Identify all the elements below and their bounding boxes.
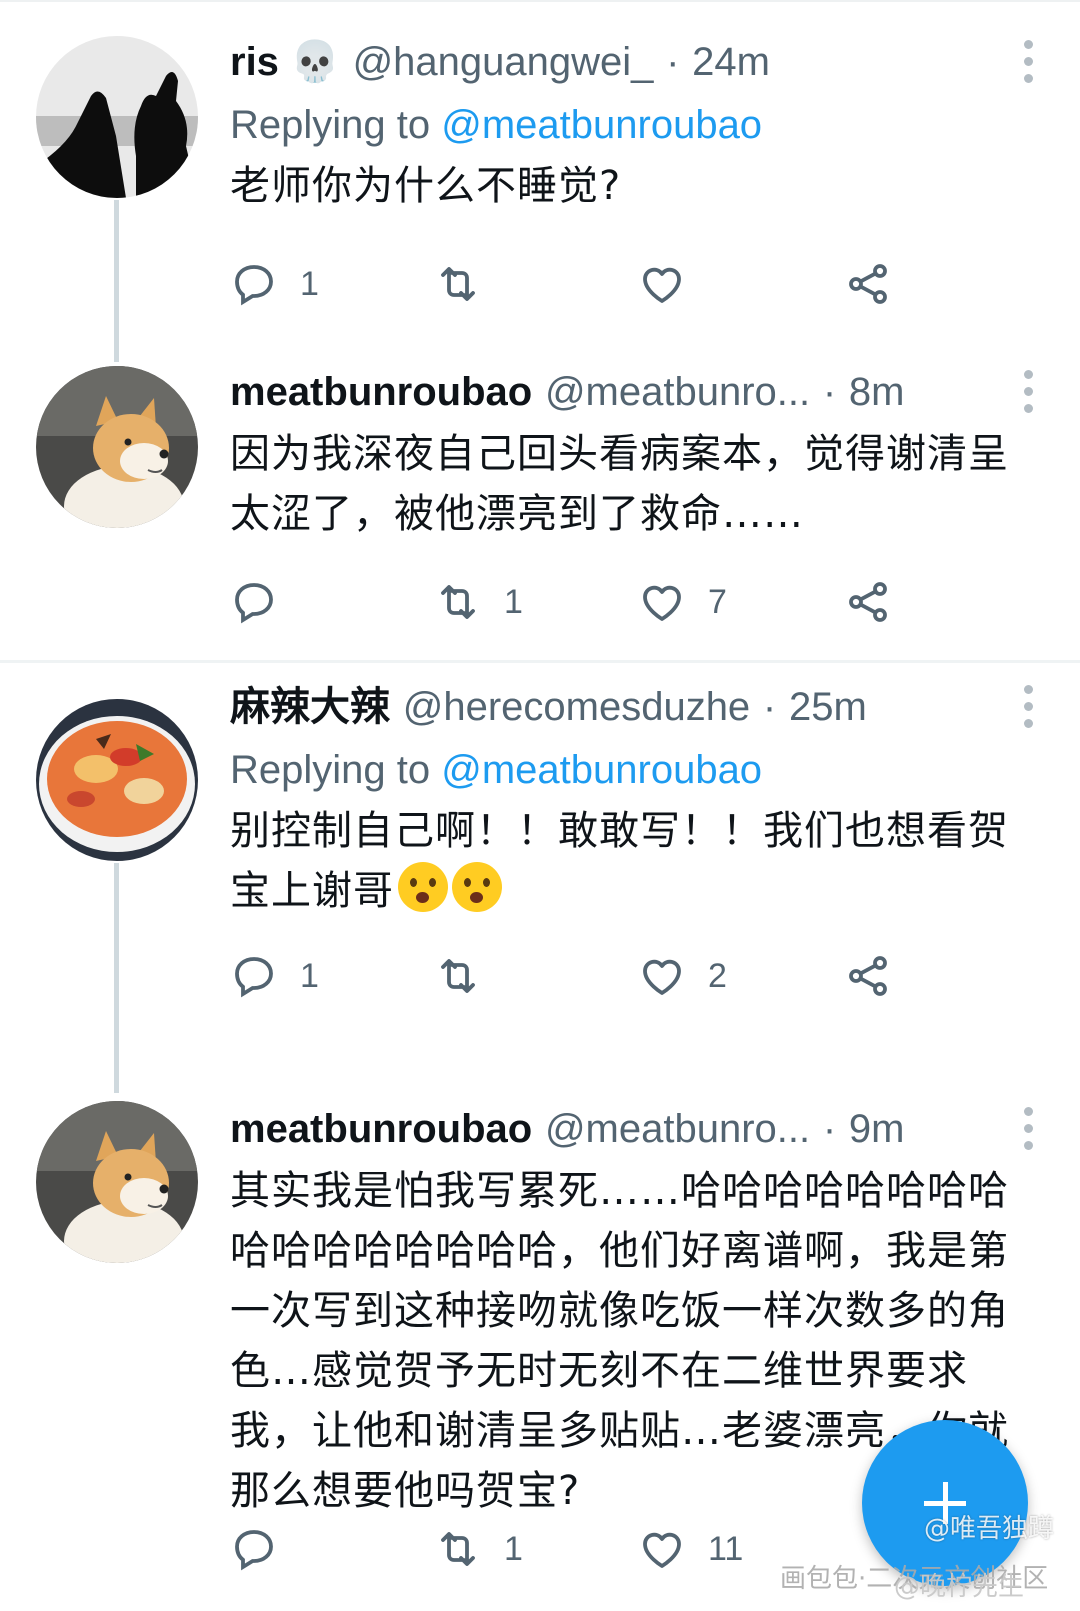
like-icon [643,1532,681,1568]
drooling-face-emoji [398,862,448,912]
display-name[interactable]: ris 💀 [230,40,340,84]
tweet-malada[interactable]: 麻辣大辣 @herecomesduzhe · 25m Replying to @… [0,663,1080,1063]
avatar[interactable] [36,36,198,198]
more-icon[interactable] [1018,675,1038,739]
like-icon [643,267,681,303]
user-handle[interactable]: @meatbunro... [545,1107,810,1151]
reply-icon [235,957,273,998]
retweet-button[interactable] [434,946,504,1006]
display-name[interactable]: meatbunroubao [230,1107,532,1151]
like-icon [643,585,681,621]
tweet-body: ris 💀 @hanguangwei_ · 24m Replying to @m… [230,30,1038,216]
reply-icon [235,265,273,306]
avatar[interactable] [36,699,198,861]
like-count: 2 [708,956,727,995]
timestamp[interactable]: 24m [692,40,770,84]
more-icon[interactable] [1018,360,1038,424]
like-button[interactable]: 2 [638,946,727,1006]
separator: · [762,685,777,729]
retweet-button[interactable] [434,254,504,314]
replying-prefix: Replying to [230,103,442,147]
timestamp[interactable]: 9m [849,1107,905,1151]
share-icon [849,956,887,996]
drooling-face-emoji [452,862,502,912]
retweet-count: 1 [504,582,523,621]
timestamp[interactable]: 8m [849,370,905,414]
like-count: 7 [708,582,727,621]
action-bar: 1 [230,254,930,314]
avatar[interactable] [36,366,198,528]
reply-button[interactable]: 1 [230,946,319,1006]
like-button[interactable] [638,254,708,314]
retweet-button[interactable]: 1 [434,1519,523,1579]
separator: · [822,370,837,414]
reply-count: 1 [300,264,319,303]
like-icon [643,959,681,995]
tweet-meatbunroubao-1[interactable]: meatbunroubao @meatbunro... · 8m 因为我深夜自己… [0,360,1080,660]
watermark-handle: @唯吾独蹲 [924,1514,1055,1544]
user-handle[interactable]: @meatbunro... [545,370,810,414]
mention-link[interactable]: @meatbunroubao [441,748,762,792]
share-icon [849,582,887,622]
share-button[interactable] [844,572,892,632]
tweet-header: 麻辣大辣 @herecomesduzhe · 25m [230,675,1038,739]
retweet-icon [441,959,475,993]
replying-prefix: Replying to [230,748,442,792]
more-icon[interactable] [1018,1097,1038,1161]
reply-icon [235,583,273,624]
thread-1: ris 💀 @hanguangwei_ · 24m Replying to @m… [0,0,1080,660]
display-name[interactable]: 麻辣大辣 [230,685,390,729]
share-icon [849,264,887,304]
more-icon[interactable] [1018,30,1038,94]
share-button[interactable] [844,254,892,314]
share-button[interactable] [844,946,892,1006]
tweet-text: 别控制自己啊！！敢敢写！！我们也想看贺宝上谢哥 [230,801,1038,921]
watermark-author: @晚柠先生 [894,1572,1025,1602]
reply-count: 1 [300,956,319,995]
tweet-header: meatbunroubao @meatbunro... · 9m [230,1097,1038,1161]
reply-button[interactable] [230,572,300,632]
display-name[interactable]: meatbunroubao [230,370,532,414]
retweet-icon [441,585,475,619]
tweet-ris[interactable]: ris 💀 @hanguangwei_ · 24m Replying to @m… [0,0,1080,340]
replying-to: Replying to @meatbunroubao [230,94,1038,156]
tweet-body: 麻辣大辣 @herecomesduzhe · 25m Replying to @… [230,675,1038,921]
timestamp[interactable]: 25m [789,685,867,729]
retweet-count: 1 [504,1529,523,1568]
separator: · [822,1107,837,1151]
retweet-icon [441,267,475,301]
separator: · [666,40,680,84]
mention-link[interactable]: @meatbunroubao [441,103,762,147]
user-handle[interactable]: @hanguangwei_ [353,40,654,84]
tweet-text-content: 别控制自己啊！！敢敢写！！我们也想看贺宝上谢哥 [230,808,1009,914]
action-bar: 1 7 [230,572,930,632]
like-button[interactable]: 7 [638,572,727,632]
reply-icon [235,1530,273,1571]
retweet-icon [441,1532,475,1566]
replying-to: Replying to @meatbunroubao [230,739,1038,801]
reply-button[interactable]: 1 [230,254,319,314]
tweet-body: meatbunroubao @meatbunro... · 8m 因为我深夜自己… [230,360,1038,544]
tweet-header: ris 💀 @hanguangwei_ · 24m [230,30,1038,94]
user-handle[interactable]: @herecomesduzhe [403,685,750,729]
action-bar: 1 2 [230,946,930,1006]
tweet-header: meatbunroubao @meatbunro... · 8m [230,360,1038,424]
avatar[interactable] [36,1101,198,1263]
tweet-text: 老师你为什么不睡觉? [230,163,622,209]
reply-button[interactable] [230,1519,300,1579]
like-count: 11 [708,1529,744,1568]
retweet-button[interactable]: 1 [434,572,523,632]
like-button[interactable]: 11 [638,1519,743,1579]
tweet-text: 因为我深夜自己回头看病案本，觉得谢清呈太涩了，被他漂亮到了救命…… [230,431,1009,537]
